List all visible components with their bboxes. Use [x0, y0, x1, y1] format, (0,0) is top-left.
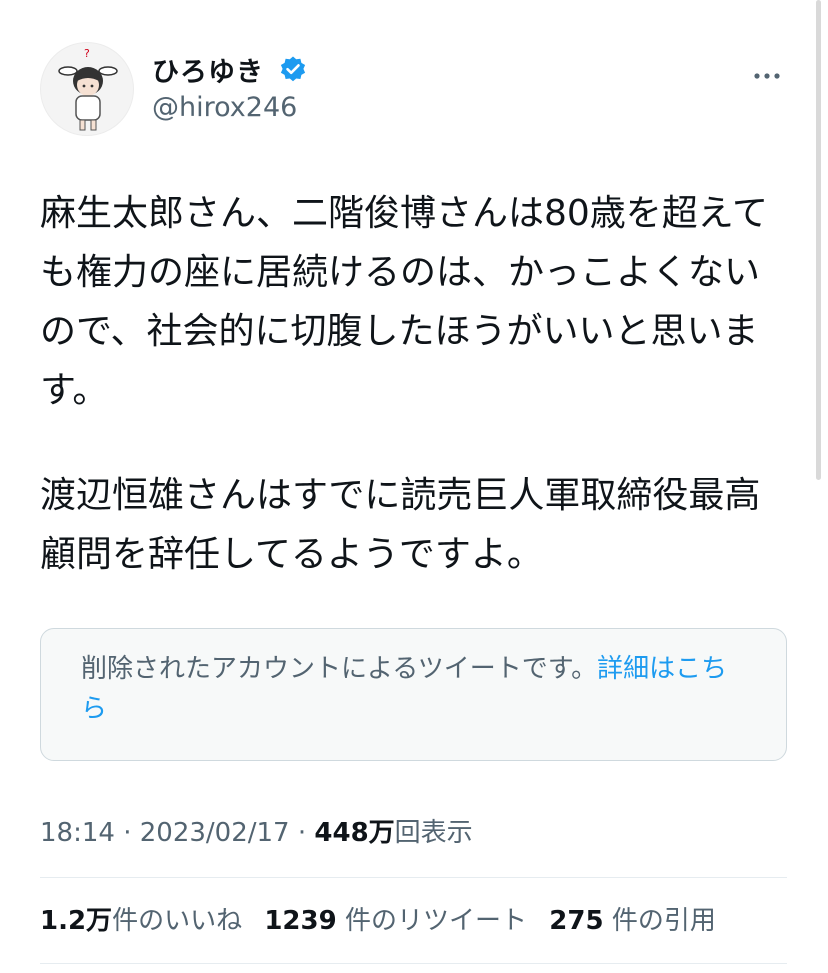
tweet-text-paragraph-2: 渡辺恒雄さんはすでに読売巨人軍取締役最高顧問を辞任してるようですよ。: [40, 475, 761, 575]
avatar-illustration: ?: [58, 47, 118, 131]
quotes-stat[interactable]: 275 件の引用: [549, 906, 716, 936]
retweets-stat[interactable]: 1239 件のリツイート: [264, 906, 527, 936]
scrollbar[interactable]: [816, 0, 821, 480]
retweets-count: 1239: [264, 906, 337, 936]
user-handle[interactable]: @hirox246: [152, 92, 297, 123]
tweet-date[interactable]: 2023/02/17: [140, 818, 290, 848]
verified-badge-icon: [278, 55, 308, 85]
likes-count: 1.2万: [40, 906, 113, 936]
likes-label: 件のいいね: [112, 906, 243, 936]
views-label: 回表示: [394, 818, 473, 848]
meta-separator: ·: [114, 818, 140, 848]
tweet-metadata: 18:14 · 2023/02/17 · 448万回表示: [40, 812, 473, 849]
more-horizontal-icon[interactable]: [752, 62, 782, 87]
engagement-stats: 1.2万件のいいね 1239 件のリツイート 275 件の引用: [40, 900, 716, 937]
likes-stat[interactable]: 1.2万件のいいね: [40, 906, 242, 936]
deleted-quote-text: 削除されたアカウントによるツイートです。: [81, 654, 598, 684]
meta-separator-2: ·: [289, 818, 315, 848]
display-name[interactable]: ひろゆき: [152, 50, 264, 89]
retweets-label: 件のリツイート: [344, 906, 527, 936]
tweet-text-paragraph-1: 麻生太郎さん、二階俊博さんは80歳を超えても権力の座に居続けるのは、かっこよくな…: [40, 193, 769, 411]
avatar[interactable]: ?: [40, 42, 134, 136]
divider-bottom: [40, 963, 787, 964]
deleted-quote-notice: 削除されたアカウントによるツイートです。詳細はこちら: [40, 628, 787, 761]
views-count: 448万: [314, 818, 395, 848]
divider: [40, 877, 787, 878]
tweet-time[interactable]: 18:14: [40, 818, 115, 848]
quotes-label: 件の引用: [611, 906, 716, 936]
quotes-count: 275: [549, 906, 604, 936]
svg-text:?: ?: [84, 47, 90, 60]
